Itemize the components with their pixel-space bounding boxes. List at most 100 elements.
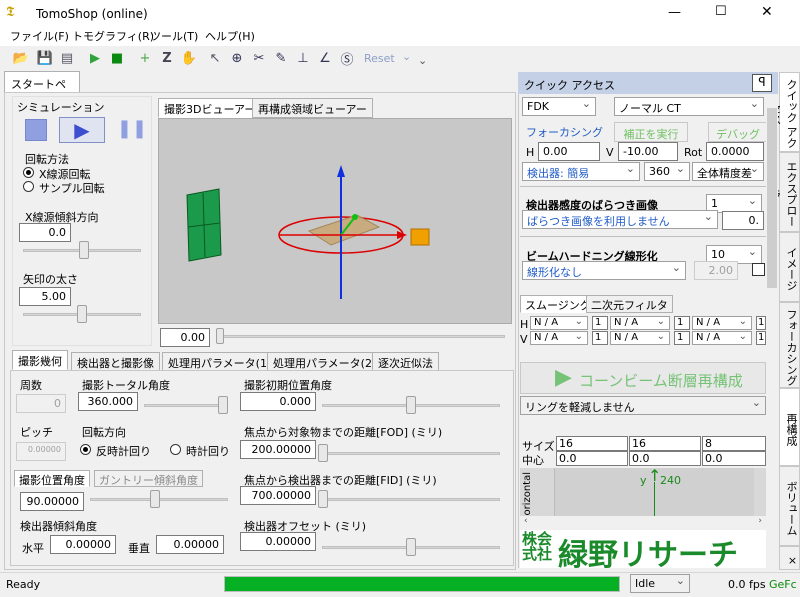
- cw-radio[interactable]: [170, 444, 181, 455]
- v-input[interactable]: -10.00: [618, 142, 678, 161]
- save-icon[interactable]: 💾: [36, 49, 54, 67]
- side-tab-volume[interactable]: ボリューム: [779, 466, 800, 546]
- detector-offset-input[interactable]: 0.00000: [240, 532, 316, 551]
- arrow-thickness-thumb[interactable]: [77, 305, 87, 323]
- tab-reconstruction-viewer[interactable]: 再構成領域ビューアー: [252, 98, 373, 118]
- s-icon[interactable]: Ⓢ: [338, 49, 356, 68]
- menu-file[interactable]: ファイル(F): [10, 28, 69, 44]
- size-x[interactable]: 16: [556, 436, 628, 451]
- center-z[interactable]: 0.0: [702, 451, 766, 466]
- tab-params-1[interactable]: 処理用パラメータ(1): [162, 352, 278, 372]
- filter-v-3[interactable]: N / A: [692, 331, 752, 345]
- rot-input[interactable]: 0.0000: [706, 142, 764, 161]
- filter-v-1[interactable]: N / A: [530, 331, 588, 345]
- detector-select[interactable]: 検出器: 簡易: [522, 162, 640, 181]
- pin-icon[interactable]: ꟼ: [752, 74, 772, 92]
- play-button[interactable]: ▶: [59, 117, 105, 143]
- filter-h-1[interactable]: N / A: [530, 316, 588, 330]
- z-icon[interactable]: Z: [158, 49, 176, 67]
- crosshair-icon[interactable]: +: [136, 49, 154, 67]
- pointer-icon[interactable]: ↖: [206, 49, 224, 67]
- tab-params-2[interactable]: 処理用パラメータ(2): [267, 352, 383, 372]
- tab-smoothing[interactable]: スムージング: [520, 295, 596, 313]
- init-angle-thumb[interactable]: [406, 396, 416, 414]
- viewer-angle-input[interactable]: 0.00: [160, 328, 210, 347]
- h-input[interactable]: 0.00: [538, 142, 600, 161]
- minimize-button[interactable]: —: [668, 5, 681, 20]
- side-tab-explorer[interactable]: エクスプローラ: [769, 152, 800, 232]
- side-tab-quick-access[interactable]: クイック アクセス: [769, 72, 800, 152]
- reset-button[interactable]: Reset: [364, 52, 395, 65]
- tab-gantry-tilt[interactable]: ガントリー傾斜角度: [94, 470, 203, 487]
- side-tab-more[interactable]: ×: [779, 546, 800, 570]
- variation-use-select[interactable]: ばらつき画像を利用しません: [522, 210, 718, 229]
- center-y[interactable]: 0.0: [629, 451, 701, 466]
- bh-mode-select[interactable]: 線形化なし: [522, 261, 686, 280]
- sample-rotation-radio[interactable]: [23, 181, 34, 192]
- init-angle-input[interactable]: 0.000: [240, 392, 316, 411]
- zoom-icon[interactable]: ⊕: [228, 49, 246, 67]
- pen-icon[interactable]: ✎: [272, 49, 290, 67]
- size-y[interactable]: 16: [629, 436, 701, 451]
- tab-2d-filter[interactable]: 二次元フィルタ: [586, 295, 673, 313]
- filter-h-1-count[interactable]: 1: [592, 316, 608, 330]
- filter-v-2-count[interactable]: 1: [674, 331, 690, 345]
- play-icon[interactable]: ▶: [86, 49, 104, 67]
- measure-icon[interactable]: ⊥: [294, 49, 312, 67]
- correct-button[interactable]: 補正を実行: [614, 122, 688, 142]
- filter-v-3-count[interactable]: 1: [756, 331, 766, 345]
- viewer-slider-thumb[interactable]: [216, 328, 224, 344]
- ccw-radio[interactable]: [80, 444, 91, 455]
- filter-h-3-count[interactable]: 1: [756, 316, 766, 330]
- arrow-thickness-input[interactable]: 5.00: [19, 287, 71, 306]
- tab-3d-viewer[interactable]: 撮影3Dビューアー: [158, 98, 262, 118]
- position-angle-input[interactable]: 90.00000: [20, 492, 84, 511]
- fod-thumb[interactable]: [318, 444, 328, 462]
- size-z[interactable]: 8: [702, 436, 766, 451]
- pause-button[interactable]: ❚❚: [113, 118, 151, 142]
- region-preview[interactable]: orizontal ↑ y 240: [520, 466, 766, 516]
- scroll-thumb[interactable]: [767, 108, 777, 288]
- degree-select[interactable]: 360: [644, 162, 690, 181]
- save-all-icon[interactable]: ▤: [58, 49, 76, 67]
- detector-offset-thumb[interactable]: [406, 538, 416, 556]
- horizontal-input[interactable]: 0.00000: [50, 535, 116, 554]
- cone-beam-button[interactable]: ▶ コーンビーム断層再構成: [520, 362, 766, 394]
- reset-dropdown-icon[interactable]: ⌄: [402, 50, 411, 63]
- xray-rotation-radio[interactable]: [23, 167, 34, 178]
- fod-slider[interactable]: [322, 452, 500, 455]
- open-folder-icon[interactable]: 📂: [12, 49, 30, 67]
- bh-checkbox[interactable]: [752, 263, 765, 276]
- filter-h-3[interactable]: N / A: [692, 316, 752, 330]
- filter-h-2-count[interactable]: 1: [674, 316, 690, 330]
- filter-v-1-count[interactable]: 1: [592, 331, 608, 345]
- tab-detector[interactable]: 検出器と撮影像: [71, 352, 160, 372]
- hand-icon[interactable]: ✋: [180, 49, 198, 67]
- toolbar-overflow-icon[interactable]: ⌄: [418, 54, 427, 67]
- close-button[interactable]: ✕: [761, 4, 773, 20]
- total-angle-thumb[interactable]: [218, 396, 228, 414]
- tab-geometry[interactable]: 撮影幾何: [12, 350, 68, 370]
- fid-slider[interactable]: [322, 498, 500, 501]
- algorithm-select[interactable]: FDK: [522, 97, 596, 116]
- ring-select[interactable]: リングを軽減しません: [520, 396, 766, 415]
- side-tab-image[interactable]: イメージ: [779, 232, 800, 302]
- menu-tools[interactable]: ツール(T): [150, 28, 198, 44]
- viewer-slider[interactable]: [220, 335, 505, 338]
- xray-tilt-thumb[interactable]: [79, 241, 89, 259]
- angle-icon[interactable]: ∠: [316, 49, 334, 67]
- variation-value-input[interactable]: 0.: [722, 211, 764, 230]
- stop-icon[interactable]: ■: [108, 49, 126, 67]
- menu-help[interactable]: ヘルプ(H): [205, 28, 255, 44]
- 3d-viewport[interactable]: [158, 118, 512, 324]
- scissors-icon[interactable]: ✂: [250, 49, 268, 67]
- debug-button[interactable]: デバッグ: [708, 122, 768, 142]
- maximize-button[interactable]: ☐: [715, 4, 727, 19]
- start-tab[interactable]: スタートページ: [4, 71, 80, 107]
- tab-iterative[interactable]: 逐次近似法: [372, 352, 439, 372]
- side-tab-reconstruction[interactable]: 再構成: [779, 388, 800, 466]
- ct-mode-select[interactable]: ノーマル CT: [614, 97, 764, 116]
- filter-h-2[interactable]: N / A: [610, 316, 670, 330]
- preview-scrollbar[interactable]: ‹ ›: [520, 516, 766, 528]
- menu-tomography[interactable]: トモグラフィ(R): [72, 28, 154, 44]
